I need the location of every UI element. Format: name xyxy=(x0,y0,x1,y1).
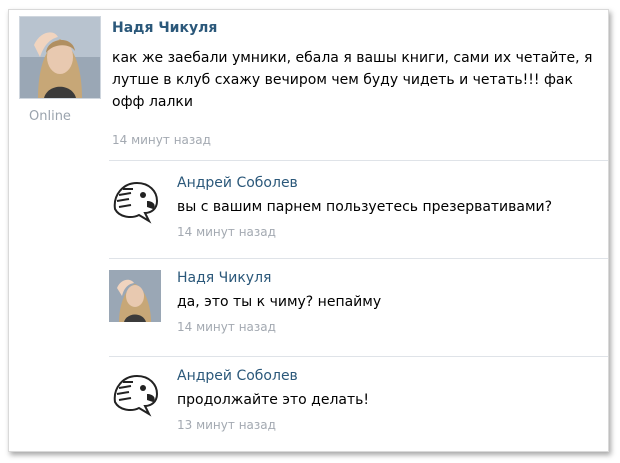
comment-avatar-girl[interactable] xyxy=(109,270,161,322)
comment-time[interactable]: 14 минут назад xyxy=(177,225,276,239)
comment-avatar-eagle[interactable] xyxy=(109,175,161,227)
post-author-name[interactable]: Надя Чикуля xyxy=(112,20,217,36)
comment-text: да, это ты к чиму? непайму xyxy=(177,294,382,310)
divider xyxy=(109,356,608,357)
comment-author-name[interactable]: Андрей Соболев xyxy=(177,368,298,384)
comment-time[interactable]: 14 минут назад xyxy=(177,320,276,334)
divider xyxy=(109,160,608,161)
comment-item: Надя Чикуля да, это ты к чиму? непайму 1… xyxy=(109,270,608,350)
comment-time[interactable]: 13 минут назад xyxy=(177,418,276,432)
online-status: Online xyxy=(29,109,71,124)
comment-author-name[interactable]: Андрей Соболев xyxy=(177,175,298,191)
post-time[interactable]: 14 минут назад xyxy=(112,133,211,147)
wall-post-card: Online Надя Чикуля как же заебали умники… xyxy=(8,9,609,452)
author-avatar[interactable] xyxy=(19,16,101,99)
divider xyxy=(109,258,608,259)
comment-item: Андрей Соболев вы с вашим парнем пользуе… xyxy=(109,175,608,255)
comment-item: Андрей Соболев продолжайте это делать! 1… xyxy=(109,368,608,448)
wall-post: Online Надя Чикуля как же заебали умники… xyxy=(9,10,608,165)
comment-author-name[interactable]: Надя Чикуля xyxy=(177,270,271,286)
comment-text: вы с вашим парнем пользуетесь презервати… xyxy=(177,199,553,215)
post-text: как же заебали умники, ебала я вашы книг… xyxy=(112,50,593,110)
comment-avatar-eagle[interactable] xyxy=(109,368,161,420)
comment-text: продолжайте это делать! xyxy=(177,392,370,408)
